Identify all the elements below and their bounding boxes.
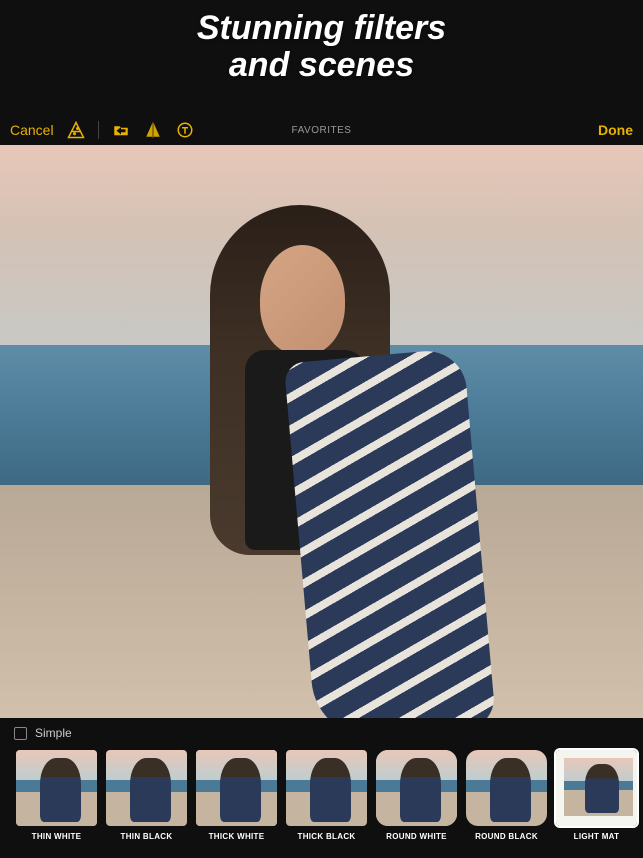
filter-round-black[interactable]: ROUND BLACK bbox=[464, 748, 549, 841]
pizza-icon[interactable] bbox=[66, 120, 86, 140]
hero-line-2: and scenes bbox=[0, 47, 643, 84]
filter-label: LIGHT MAT bbox=[554, 832, 639, 841]
toolbar-mode-label[interactable]: FAVORITES bbox=[292, 125, 352, 136]
main-photo-canvas[interactable] bbox=[0, 145, 643, 718]
toolbar-divider bbox=[98, 121, 99, 139]
filter-thin-white[interactable]: THIN WHITE bbox=[14, 748, 99, 841]
cancel-button[interactable]: Cancel bbox=[10, 122, 54, 138]
filter-label: THICK WHITE bbox=[194, 832, 279, 841]
filter-label: THIN BLACK bbox=[104, 832, 189, 841]
toolbar-left-group: Cancel bbox=[10, 120, 195, 140]
folder-icon[interactable] bbox=[111, 120, 131, 140]
text-circle-icon[interactable] bbox=[175, 120, 195, 140]
frame-filter-strip[interactable]: THIN WHITE THIN BLACK THICK WHITE THICK … bbox=[0, 748, 643, 841]
hero-promo-text: Stunning filters and scenes bbox=[0, 10, 643, 85]
filter-label: THIN WHITE bbox=[14, 832, 99, 841]
simple-label: Simple bbox=[35, 726, 72, 740]
bottom-panel: Simple THIN WHITE THIN BLACK THICK WHITE… bbox=[0, 718, 643, 858]
filter-label: ROUND WHITE bbox=[374, 832, 459, 841]
filter-thick-black[interactable]: THICK BLACK bbox=[284, 748, 369, 841]
hero-line-1: Stunning filters bbox=[0, 10, 643, 47]
filter-label: ROUND BLACK bbox=[464, 832, 549, 841]
filter-label: THICK BLACK bbox=[284, 832, 369, 841]
filter-light-mat[interactable]: LIGHT MAT bbox=[554, 748, 639, 841]
editor-toolbar: Cancel FAVORITES Done bbox=[0, 115, 643, 145]
done-button[interactable]: Done bbox=[598, 122, 633, 138]
filter-thin-black[interactable]: THIN BLACK bbox=[104, 748, 189, 841]
filter-thick-white[interactable]: THICK WHITE bbox=[194, 748, 279, 841]
photo-subject bbox=[160, 205, 480, 718]
flip-horizontal-icon[interactable] bbox=[143, 120, 163, 140]
simple-option-row: Simple bbox=[0, 718, 643, 748]
simple-checkbox[interactable] bbox=[14, 727, 27, 740]
filter-round-white[interactable]: ROUND WHITE bbox=[374, 748, 459, 841]
